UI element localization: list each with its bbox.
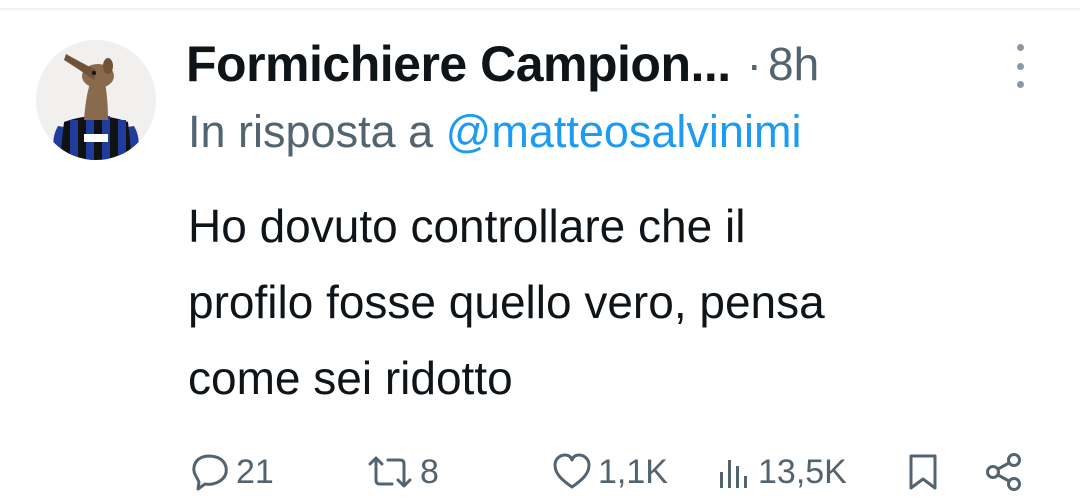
reply-button[interactable]: 21 <box>190 450 274 494</box>
avatar[interactable] <box>36 40 156 160</box>
avatar-image <box>36 40 156 160</box>
top-divider <box>0 8 1080 10</box>
reply-prefix: In risposta a <box>188 106 434 157</box>
share-button[interactable] <box>984 450 1024 494</box>
reply-bubble-icon <box>192 454 228 491</box>
more-vertical-icon[interactable] <box>1006 44 1034 88</box>
more-dot <box>1016 81 1024 88</box>
reply-context: In risposta a @matteosalvinimi <box>188 106 801 158</box>
like-button[interactable]: 1,1K <box>552 450 668 494</box>
bookmark-button[interactable] <box>906 450 940 494</box>
tweet-text-line: come sei ridotto <box>188 352 513 404</box>
tweet-header: Formichiere Campion... · 8h <box>186 24 1046 104</box>
author-display-name[interactable]: Formichiere Campion... <box>186 35 731 93</box>
views-bars-icon <box>720 460 747 488</box>
bookmark-icon <box>909 454 937 490</box>
tweet-text-line: profilo fosse quello vero, pensa <box>188 276 825 328</box>
separator-dot: · <box>746 38 762 90</box>
tweet-text-line: Ho dovuto controllare che il <box>188 200 746 252</box>
repost-button[interactable]: 8 <box>366 450 439 494</box>
like-count: 1,1K <box>598 452 668 491</box>
repost-count: 8 <box>420 452 439 491</box>
reply-count: 21 <box>236 452 274 491</box>
tweet-timestamp[interactable]: 8h <box>768 37 819 91</box>
action-bar: 21 8 1,1K 13,5K <box>0 442 1080 500</box>
more-dot <box>1016 62 1024 70</box>
tweet-text: Ho dovuto controllare che il profilo fos… <box>188 188 1058 416</box>
share-icon <box>986 453 1021 491</box>
heart-icon <box>553 453 591 489</box>
more-dot <box>1016 44 1024 51</box>
reply-handle-link[interactable]: @matteosalvinimi <box>446 106 802 157</box>
views-button[interactable]: 13,5K <box>716 450 847 494</box>
views-count: 13,5K <box>758 452 847 491</box>
repost-arrows-icon <box>368 456 412 488</box>
